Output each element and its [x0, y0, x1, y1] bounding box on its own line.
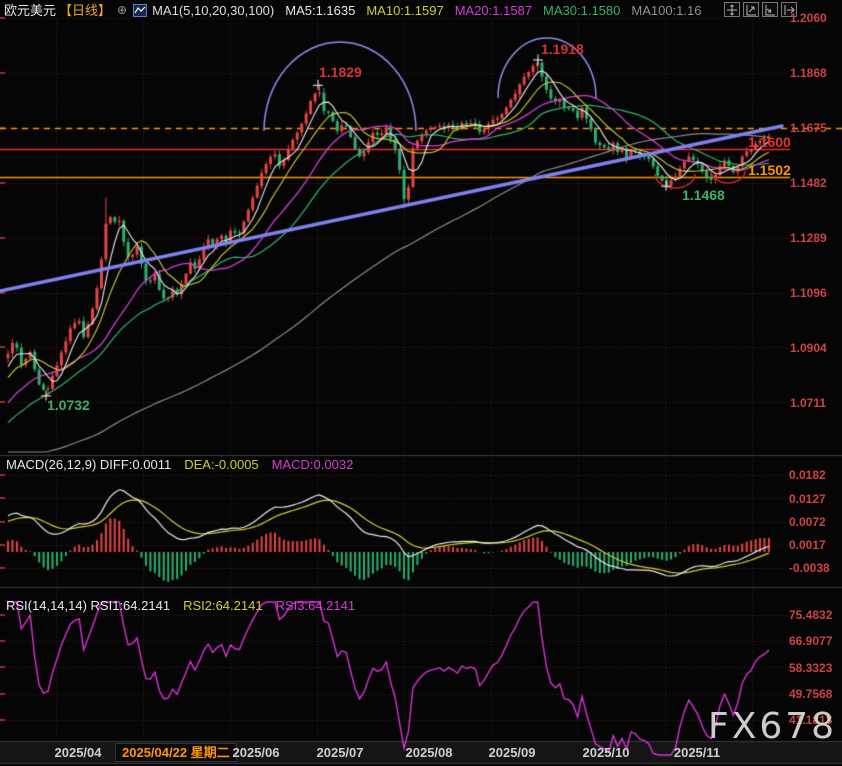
macd-axis-label: -0.0038 — [789, 560, 842, 576]
swing-high-annotation: 1.1918 — [541, 42, 584, 56]
date-axis-label: 2025/04 — [51, 745, 105, 761]
axis-scale-right-icon[interactable] — [762, 2, 778, 17]
date-axis-label: 2025/06 — [229, 745, 283, 761]
ma-settings-label: MA1(5,10,20,30,100) — [152, 2, 274, 19]
date-axis-label: 2025/07 — [313, 745, 367, 761]
macd-axis-label: 0.0127 — [789, 491, 842, 507]
rsi-axis-label: 58.3323 — [789, 660, 842, 676]
date-axis-label: 2025/11 — [670, 745, 724, 761]
rsi-axis-label: 66.9077 — [789, 633, 842, 649]
price-axis-label: 1.0904 — [790, 340, 842, 356]
settings-icon[interactable]: ⊕ — [117, 2, 127, 19]
macd-axis-label: 0.0072 — [789, 514, 842, 530]
date-axis-label: 2025/10 — [579, 745, 633, 761]
axis-scale-up-icon[interactable] — [743, 2, 759, 17]
price-axis-label: 1.1868 — [790, 65, 842, 81]
mini-chart-icon[interactable] — [133, 4, 147, 17]
price-axis-label: 1.1675 — [790, 120, 842, 136]
ma10-readout: MA10:1.1597 — [366, 2, 443, 19]
move-crosshair-icon[interactable] — [724, 2, 740, 17]
swing-low-annotation: 1.1468 — [682, 188, 725, 202]
macd-axis-label: 0.0182 — [789, 467, 842, 483]
resistance-level-label: 1.1600 — [748, 135, 791, 149]
ma30-readout: MA30:1.1580 — [543, 2, 620, 19]
rsi-header: RSI(14,14,14) RSI1:64.2141 RSI2:64.2141 … — [6, 598, 368, 614]
swing-high-annotation: 1.1829 — [319, 65, 362, 79]
macd-axis-label: 0.0017 — [789, 537, 842, 553]
rsi2-readout: RSI2:64.2141 — [183, 598, 263, 614]
rsi-axis-label: 75.4832 — [789, 607, 842, 623]
rsi-axis-label: 49.7568 — [789, 686, 842, 702]
date-axis-label: 2025/08 — [402, 745, 456, 761]
rsi1-readout: RSI(14,14,14) RSI1:64.2141 — [6, 598, 170, 614]
ma5-readout: MA5:1.1635 — [285, 2, 355, 19]
price-axis-label: 1.1289 — [790, 230, 842, 246]
swing-low-annotation: 1.0732 — [47, 398, 90, 412]
price-axis-label: 1.1096 — [790, 285, 842, 301]
chart-header: 欧元美元 【日线】 ⊕ MA1(5,10,20,30,100) MA5:1.16… — [4, 2, 701, 19]
selected-date-label: 2025/04/22 星期二 — [115, 743, 237, 762]
date-axis-label: 2025/09 — [485, 745, 539, 761]
ma100-readout: MA100:1.16 — [631, 2, 701, 19]
macd-readout: MACD:0.0032 — [272, 457, 354, 473]
macd-header: MACD(26,12,9) DIFF:0.0011 DEA:-0.0005 MA… — [6, 457, 366, 473]
toolbar — [724, 2, 797, 17]
ma20-readout: MA20:1.1587 — [455, 2, 532, 19]
symbol-name: 欧元美元 — [4, 2, 56, 19]
rsi3-readout: RSI3:64.2141 — [276, 598, 356, 614]
chart-canvas[interactable] — [0, 0, 842, 766]
price-axis-label: 1.0711 — [790, 395, 842, 411]
period-label[interactable]: 【日线】 — [59, 2, 111, 19]
chart-app: 欧元美元 【日线】 ⊕ MA1(5,10,20,30,100) MA5:1.16… — [0, 0, 842, 766]
macd-diff-readout: MACD(26,12,9) DIFF:0.0011 — [6, 457, 171, 473]
price-axis-label: 1.2060 — [790, 10, 842, 26]
watermark: FX678 — [708, 709, 837, 745]
macd-dea-readout: DEA:-0.0005 — [184, 457, 258, 473]
price-axis-label: 1.1482 — [790, 175, 842, 191]
support-level-label: 1.1502 — [748, 163, 791, 177]
